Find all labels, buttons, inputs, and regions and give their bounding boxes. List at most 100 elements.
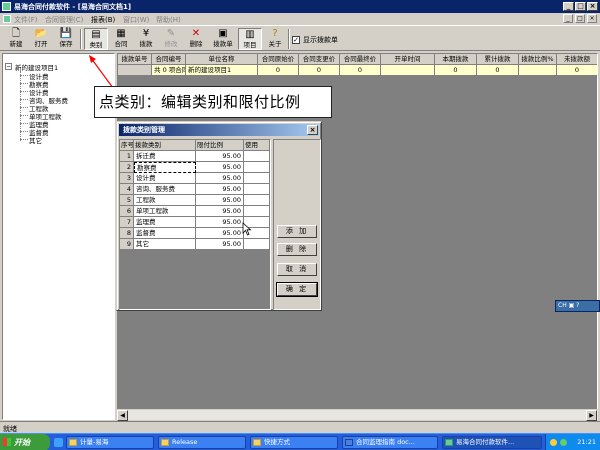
about-button[interactable]: ? 关于	[263, 28, 287, 50]
delete-category-button[interactable]: 删 除	[277, 243, 317, 256]
grid-cell[interactable]	[244, 195, 270, 206]
mdi-close-button[interactable]: ×	[587, 14, 597, 23]
column-header[interactable]: 未拨款额	[557, 54, 597, 65]
menu-contract[interactable]: 合同管理(C)	[45, 15, 83, 25]
column-header[interactable]: 合同编号	[152, 54, 186, 65]
column-header[interactable]: 单位名称	[186, 54, 258, 65]
row-number[interactable]: 3	[120, 173, 134, 184]
mdi-restore-button[interactable]: □	[575, 14, 585, 23]
grid-cell[interactable]: 新的建设项目1	[186, 65, 258, 76]
column-header[interactable]: 拨款比例%	[519, 54, 557, 65]
grid-cell[interactable]: 0	[477, 65, 519, 76]
grid-cell[interactable]: 95.00	[196, 206, 244, 217]
task-button[interactable]: Release	[158, 436, 246, 449]
column-header[interactable]: 限付比例	[196, 140, 244, 151]
save-button[interactable]: 💾 保存	[54, 28, 78, 50]
grid-cell[interactable]: 0	[557, 65, 597, 76]
row-number[interactable]: 4	[120, 184, 134, 195]
ime-language-bar[interactable]: CH ▣ ?	[555, 300, 600, 312]
mdi-minimize-button[interactable]: _	[563, 14, 573, 23]
quicklaunch-ie-icon[interactable]	[54, 438, 63, 447]
row-number[interactable]: 2	[120, 162, 134, 173]
open-button[interactable]: 📂 打开	[29, 28, 53, 50]
grid-cell[interactable]: 95.00	[196, 239, 244, 250]
task-button-active[interactable]: 易海合同付款软件...	[442, 436, 542, 449]
grid-cell[interactable]: 勘察费	[134, 162, 196, 173]
task-button[interactable]: 快捷方式	[250, 436, 338, 449]
grid-cell[interactable]: 0	[435, 65, 477, 76]
payment-slip-button[interactable]: ▣ 拨款单	[209, 28, 237, 50]
menu-window[interactable]: 窗口(W)	[123, 15, 149, 25]
maximize-button[interactable]: □	[575, 2, 586, 11]
tray-network-icon[interactable]	[560, 439, 567, 446]
tree-item[interactable]: 其它	[29, 135, 42, 145]
grid-cell[interactable]: 监理费	[134, 217, 196, 228]
row-number[interactable]: 1	[120, 151, 134, 162]
grid-cell[interactable]	[381, 65, 435, 76]
grid-cell[interactable]: 0	[340, 65, 381, 76]
grid-cell[interactable]: 95.00	[196, 195, 244, 206]
grid-cell[interactable]: 95.00	[196, 217, 244, 228]
scroll-right-icon[interactable]: ▶	[586, 410, 597, 421]
row-number[interactable]: 5	[120, 195, 134, 206]
grid-cell[interactable]: 95.00	[196, 151, 244, 162]
grid-cell[interactable]: 咨询、服务费	[134, 184, 196, 195]
dialog-title-bar[interactable]: 拨款类别管理 ×	[119, 124, 319, 136]
menu-help[interactable]: 帮助(H)	[156, 15, 181, 25]
column-header[interactable]: 合同变更价	[299, 54, 340, 65]
column-header[interactable]: 使用	[244, 140, 270, 151]
grid-cell[interactable]	[244, 151, 270, 162]
minimize-button[interactable]: _	[563, 2, 574, 11]
grid-cell[interactable]: 其它	[134, 239, 196, 250]
column-header[interactable]: 拨款类别	[134, 140, 196, 151]
app-icon[interactable]	[2, 2, 11, 11]
grid-cell[interactable]	[519, 65, 557, 76]
menu-file[interactable]: 文件(F)	[14, 15, 38, 25]
grid-cell[interactable]	[244, 173, 270, 184]
column-header[interactable]: 合同原始价	[258, 54, 299, 65]
column-header[interactable]: 累计拨款	[477, 54, 519, 65]
clock[interactable]: 21:21	[577, 438, 596, 446]
category-button[interactable]: ▤ 类别	[84, 28, 108, 50]
scroll-left-icon[interactable]: ◀	[117, 410, 128, 421]
payment-button[interactable]: ¥ 拨款	[134, 28, 158, 50]
column-header[interactable]: 本期拨款	[435, 54, 477, 65]
column-header[interactable]: 开单时间	[381, 54, 435, 65]
project-button[interactable]: ▥ 项目	[238, 28, 262, 50]
tray-volume-icon[interactable]	[550, 439, 557, 446]
grid-cell[interactable]: 95.00	[196, 184, 244, 195]
grid-cell[interactable]	[244, 184, 270, 195]
new-button[interactable]: 🗋 新建	[4, 28, 28, 50]
cancel-button[interactable]: 取 消	[277, 263, 317, 276]
checkbox-check-icon[interactable]: ✓	[292, 36, 300, 44]
grid-cell[interactable]: 单项工程款	[134, 206, 196, 217]
add-button[interactable]: 添 加	[277, 225, 317, 238]
start-button[interactable]: 开始	[0, 434, 50, 450]
grid-cell[interactable]: 0	[299, 65, 340, 76]
task-button[interactable]: 计量-易海	[66, 436, 154, 449]
grid-cell[interactable]: 95.00	[196, 228, 244, 239]
menu-report[interactable]: 报表(B)	[91, 15, 115, 25]
horizontal-scrollbar[interactable]: ◀ ▶	[117, 409, 598, 421]
grid-cell[interactable]: 监督费	[134, 228, 196, 239]
grid-cell[interactable]: 共 0 项合同	[152, 65, 186, 76]
delete-button[interactable]: ✕ 删除	[184, 28, 208, 50]
task-button[interactable]: 合同监理指南 doc...	[342, 436, 438, 449]
column-header[interactable]: 合同最终价	[340, 54, 381, 65]
grid-cell[interactable]: 95.00	[196, 173, 244, 184]
edit-button[interactable]: ✎ 修改	[159, 28, 183, 50]
column-header[interactable]: 序号	[120, 140, 134, 151]
grid-cell[interactable]	[244, 162, 270, 173]
dialog-close-icon[interactable]: ×	[307, 125, 318, 135]
grid-cell[interactable]	[244, 239, 270, 250]
grid-cell[interactable]: 0	[258, 65, 299, 76]
grid-cell[interactable]: 设计费	[134, 173, 196, 184]
ok-button[interactable]: 确 定	[276, 282, 318, 297]
close-button[interactable]: ×	[587, 2, 598, 11]
contract-button[interactable]: ▦ 合同	[109, 28, 133, 50]
row-number[interactable]: 7	[120, 217, 134, 228]
row-number[interactable]: 6	[120, 206, 134, 217]
title-bar[interactable]: 易海合同付款软件 - [易海合同文档1] _ □ ×	[0, 0, 600, 13]
grid-cell[interactable]: 工程款	[134, 195, 196, 206]
row-number[interactable]: 8	[120, 228, 134, 239]
